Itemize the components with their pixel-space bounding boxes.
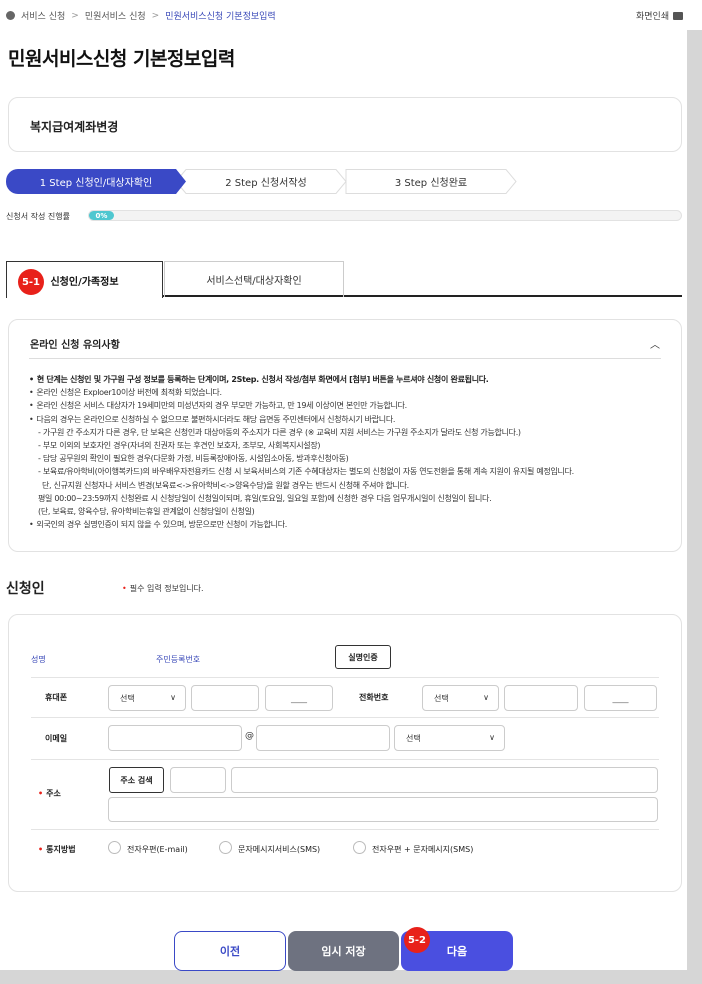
chevron-down-icon: ∨	[170, 693, 176, 702]
row-divider	[31, 759, 659, 760]
page-title: 민원서비스신청 기본정보입력	[8, 48, 235, 70]
notice-panel: 온라인 신청 유의사항 ︿ 현 단계는 신청인 및 가구원 구성 정보를 등록하…	[8, 319, 682, 552]
notice-line: 단, 신규지원 신청자나 서비스 변경(보육료<->유아학비<->양육수당)을 …	[42, 480, 409, 490]
notice-line: (단, 보육료, 양육수당, 유아학비는휴일 관계없이 신청당일이 신청일)	[38, 507, 255, 517]
notice-line: 온라인 신청은 Exploer10이상 버전에 최적화 되었습니다.	[29, 386, 669, 399]
phone-label: 전화번호	[359, 693, 389, 702]
chevron-down-icon: ∨	[489, 733, 495, 742]
notify-sms-label: 문자메시지서비스(SMS)	[238, 845, 321, 854]
email-domain-input[interactable]	[256, 725, 390, 751]
prev-button[interactable]: 이전	[174, 931, 286, 971]
breadcrumb-separator-icon: >	[151, 10, 160, 21]
annotation-badge-tab: 5-1	[18, 269, 44, 295]
notify-email-label: 전자우편(E-mail)	[127, 845, 188, 854]
notice-line: 외국인의 경우 실명인증이 되지 않을 수 있으며, 방문으로만 신청이 가능합…	[29, 518, 669, 531]
rrn-label: 주민등록번호	[156, 655, 201, 664]
breadcrumb-item-civil[interactable]: 민원서비스 신청	[85, 9, 146, 22]
service-name-box: 복지급여계좌변경	[8, 97, 682, 152]
email-at-sign: @	[245, 731, 254, 741]
annotation-badge-next: 5-2	[404, 927, 430, 953]
progress-bar	[88, 210, 682, 221]
breadcrumb-separator-icon: >	[71, 10, 79, 21]
chevron-up-icon[interactable]: ︿	[650, 336, 660, 351]
phone-area-value: 선택	[434, 693, 449, 703]
progress-value: 0%	[89, 211, 114, 220]
mobile-middle-input[interactable]	[191, 685, 259, 711]
notify-both-radio[interactable]	[353, 841, 366, 854]
address-label: • 주소	[38, 788, 61, 799]
required-dot-icon: •	[38, 845, 44, 854]
address-input[interactable]	[231, 767, 658, 793]
notice-line: 현 단계는 신청인 및 가구원 구성 정보를 등록하는 단계이며, 2Step.…	[29, 373, 669, 386]
required-dot-icon: •	[38, 789, 44, 798]
notice-divider	[29, 358, 661, 359]
print-button[interactable]: 화면인쇄	[636, 9, 684, 22]
mobile-last-input[interactable]: ____	[265, 685, 333, 711]
notice-line: - 부모 이외의 보호자인 경우(자녀의 친권자 또는 후견인 보호자, 조부모…	[38, 441, 321, 451]
step-indicator: 1 Step 신청인/대상자확인 2 Step 신청서작성 3 Step 신청완…	[6, 169, 526, 194]
chevron-down-icon: ∨	[483, 693, 489, 702]
notice-list: 현 단계는 신청인 및 가구원 구성 정보를 등록하는 단계이며, 2Step.…	[29, 373, 669, 531]
breadcrumb: 서비스 신청 > 민원서비스 신청 > 민원서비스신청 기본정보입력	[6, 9, 276, 22]
row-divider	[31, 677, 659, 678]
address-label-text: 주소	[46, 789, 61, 798]
email-domain-select[interactable]: 선택 ∨	[394, 725, 505, 751]
address-search-button[interactable]: 주소 검색	[109, 767, 164, 793]
notice-line: 온라인 신청은 서비스 대상자가 19세미만의 미성년자의 경우 부모만 가능하…	[29, 399, 669, 412]
step-2: 2 Step 신청서작성	[225, 178, 307, 189]
notice-line: 평일 00:00~23:59까지 신청완료 시 신청당일이 신청일이되며, 휴일…	[38, 493, 492, 503]
zipcode-input[interactable]	[170, 767, 226, 793]
mobile-carrier-value: 선택	[120, 693, 135, 703]
notice-line: - 담당 공무원의 확인이 필요한 경우(다문화 가정, 비등록장애아동, 시설…	[38, 454, 349, 464]
notice-line: 다음의 경우는 온라인으로 신청하실 수 없으므로 불편하시더라도 해당 읍면동…	[29, 413, 669, 426]
progress-label: 신청서 작성 진행률	[6, 212, 70, 221]
print-label: 화면인쇄	[636, 12, 670, 22]
address-detail-input[interactable]	[108, 797, 658, 822]
printer-icon	[673, 11, 684, 20]
email-label: 이메일	[45, 734, 68, 743]
breadcrumb-item-service[interactable]: 서비스 신청	[21, 9, 65, 22]
notify-label: • 통지방법	[38, 844, 76, 855]
home-icon[interactable]	[6, 11, 15, 20]
phone-last-input[interactable]: ____	[584, 685, 657, 711]
mobile-label: 휴대폰	[45, 693, 68, 702]
notice-title: 온라인 신청 유의사항	[30, 340, 120, 351]
notice-line: - 가구원 간 주소지가 다른 경우, 단 보육은 신청인과 대상아동의 주소지…	[38, 427, 521, 437]
email-id-input[interactable]	[108, 725, 242, 751]
notify-sms-radio[interactable]	[219, 841, 232, 854]
applicant-form: 성명 주민등록번호 실명인증 휴대폰 선택 ∨ ____ 전화번호 선택 ∨ ___…	[8, 614, 682, 892]
tab-bar: 신청인/가족정보 서비스선택/대상자확인	[6, 261, 682, 298]
verify-name-button[interactable]: 실명인증	[335, 645, 391, 669]
name-label: 성명	[31, 655, 46, 664]
top-bar: 서비스 신청 > 민원서비스 신청 > 민원서비스신청 기본정보입력 화면인쇄	[0, 0, 702, 30]
email-domain-value: 선택	[406, 733, 421, 743]
phone-middle-input[interactable]	[504, 685, 578, 711]
notify-email-radio[interactable]	[108, 841, 121, 854]
notify-both-label: 전자우편 + 문자메시지(SMS)	[372, 845, 474, 854]
phone-area-select[interactable]: 선택 ∨	[422, 685, 499, 711]
breadcrumb-item-current: 민원서비스신청 기본정보입력	[165, 12, 276, 22]
applicant-section-title: 신청인	[6, 581, 45, 597]
notice-line: - 보육료/유아학비(아이행복카드)의 바우배우자전용카드 신청 시 보육서비스…	[38, 467, 574, 477]
service-name: 복지급여계좌변경	[30, 120, 119, 134]
step-1: 1 Step 신청인/대상자확인	[6, 169, 186, 194]
required-note: • 필수 입력 정보입니다.	[122, 583, 204, 594]
notify-label-text: 통지방법	[46, 845, 76, 854]
row-divider	[31, 717, 659, 718]
required-dot-icon: •	[122, 584, 127, 593]
row-divider	[31, 829, 659, 830]
temp-save-button[interactable]: 임시 저장	[288, 931, 399, 971]
tab-service-select[interactable]: 서비스선택/대상자확인	[164, 261, 344, 297]
required-note-text: 필수 입력 정보입니다.	[129, 584, 204, 593]
mobile-carrier-select[interactable]: 선택 ∨	[108, 685, 186, 711]
step-3: 3 Step 신청완료	[394, 178, 468, 189]
